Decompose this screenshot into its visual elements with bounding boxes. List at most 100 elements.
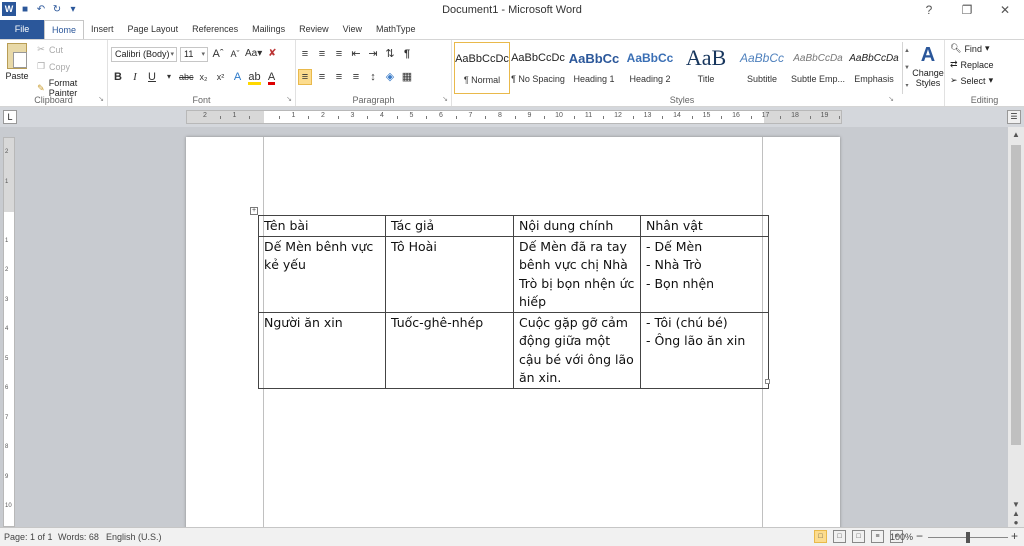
change-case-icon[interactable]: Aa▾	[245, 46, 262, 62]
word-count[interactable]: Words: 68	[58, 532, 99, 542]
tab-review[interactable]: Review	[292, 20, 336, 39]
bold-icon[interactable]: B	[111, 69, 125, 85]
style-emphasis[interactable]: AaBbCcDa Emphasis	[846, 42, 902, 94]
style-heading-1[interactable]: AaBbCc Heading 1	[566, 42, 622, 94]
zoom-in-icon[interactable]: +	[1011, 529, 1018, 543]
table-cell[interactable]: Nội dung chính	[513, 215, 641, 237]
scroll-thumb[interactable]	[1011, 145, 1021, 445]
show-formatting-icon[interactable]: ¶	[400, 46, 414, 62]
browse-object-icon[interactable]: ●	[1008, 518, 1024, 527]
cut-button[interactable]: ✂ Cut	[36, 44, 63, 55]
print-layout-icon[interactable]: □	[814, 530, 827, 543]
table-cell[interactable]: Dế Mèn đã ra tay bênh vực chị Nhà Trò bị…	[513, 235, 641, 313]
styles-launcher-icon[interactable]: ↘	[888, 95, 894, 103]
sort-icon[interactable]: ⇅	[383, 46, 397, 62]
style-subtitle[interactable]: AaBbCc Subtitle	[734, 42, 790, 94]
chevron-down-icon[interactable]: ▼	[903, 65, 911, 71]
view-ruler-icon[interactable]: ☰	[1007, 110, 1021, 124]
underline-icon[interactable]: U	[145, 69, 159, 85]
style-title[interactable]: AaB Title	[678, 42, 734, 94]
table-cell[interactable]: - Dế Mèn - Nhà Trò - Bọn nhện	[640, 235, 769, 313]
document-page[interactable]: + Tên bài Tác giả Nội dung chính Nhân vậ…	[186, 137, 840, 527]
table-cell[interactable]: Người ăn xin	[258, 311, 386, 389]
line-spacing-icon[interactable]: ↕	[366, 69, 380, 85]
clear-formatting-icon[interactable]: ✘	[265, 46, 279, 62]
table-cell[interactable]: Tên bài	[258, 215, 386, 237]
change-styles-button[interactable]: A Change Styles	[912, 42, 944, 88]
strikethrough-icon[interactable]: abc	[179, 69, 194, 85]
subscript-icon[interactable]: x₂	[197, 69, 211, 85]
align-right-icon[interactable]: ≡	[332, 69, 346, 85]
table-resize-handle[interactable]	[765, 379, 770, 384]
grow-font-icon[interactable]: Aˆ	[211, 46, 225, 62]
shrink-font-icon[interactable]: Aˇ	[228, 46, 242, 62]
chevron-up-icon[interactable]: ▲	[903, 48, 911, 54]
numbering-icon[interactable]: ≡	[315, 46, 329, 62]
table-cell[interactable]: Tuốc-ghê-nhép	[385, 311, 514, 389]
style-no-spacing[interactable]: AaBbCcDc ¶ No Spacing	[510, 42, 566, 94]
multilevel-list-icon[interactable]: ≡	[332, 46, 346, 62]
select-button[interactable]: ➢ Select ▾	[950, 75, 993, 86]
align-center-icon[interactable]: ≡	[315, 69, 329, 85]
font-size-select[interactable]: 11 ▾	[180, 46, 208, 62]
language-indicator[interactable]: English (U.S.)	[106, 532, 162, 542]
tab-view[interactable]: View	[336, 20, 369, 39]
table-move-handle-icon[interactable]: +	[250, 207, 258, 215]
scroll-up-icon[interactable]: ▲	[1008, 127, 1024, 143]
clipboard-launcher-icon[interactable]: ↘	[98, 95, 104, 103]
shading-icon[interactable]: ◈	[383, 69, 397, 85]
table-cell[interactable]: Nhân vật	[640, 215, 769, 237]
replace-button[interactable]: ⇄ Replace	[950, 59, 994, 70]
highlight-icon[interactable]: ab	[248, 69, 262, 85]
font-launcher-icon[interactable]: ↘	[286, 95, 292, 103]
tab-references[interactable]: References	[185, 20, 245, 39]
help-button[interactable]: ?	[910, 0, 948, 20]
style-heading-2[interactable]: AaBbCc Heading 2	[622, 42, 678, 94]
borders-icon[interactable]: ▦	[400, 69, 414, 85]
chevron-down-icon[interactable]: ▾	[162, 69, 176, 85]
tab-insert[interactable]: Insert	[84, 20, 121, 39]
bullets-icon[interactable]: ≡	[298, 46, 312, 62]
web-layout-icon[interactable]: □	[852, 530, 865, 543]
tab-home[interactable]: Home	[44, 20, 85, 39]
paste-button[interactable]: Paste	[4, 43, 30, 81]
increase-indent-icon[interactable]: ⇥	[366, 46, 380, 62]
outline-icon[interactable]: ≡	[871, 530, 884, 543]
tab-file[interactable]: File	[0, 20, 44, 39]
page-count[interactable]: Page: 1 of 1	[4, 532, 53, 542]
text-effects-icon[interactable]: A	[231, 69, 245, 85]
more-icon[interactable]: ▾	[903, 82, 911, 89]
copy-button[interactable]: ❐ Copy	[36, 61, 70, 72]
tab-page-layout[interactable]: Page Layout	[121, 20, 186, 39]
table-cell[interactable]: Tô Hoài	[385, 235, 514, 313]
vertical-ruler[interactable]: 2 1 1 2 3 4 5 6 7 8 9 10	[3, 137, 15, 527]
table-cell[interactable]: Dế Mèn bênh vực kẻ yếu	[258, 235, 386, 313]
paragraph-launcher-icon[interactable]: ↘	[442, 95, 448, 103]
tab-mathtype[interactable]: MathType	[369, 20, 423, 39]
decrease-indent-icon[interactable]: ⇤	[349, 46, 363, 62]
justify-icon[interactable]: ≡	[349, 69, 363, 85]
italic-icon[interactable]: I	[128, 69, 142, 85]
styles-scroll[interactable]: ▲ ▼ ▾	[902, 42, 911, 94]
table-cell[interactable]: Tác giả	[385, 215, 514, 237]
zoom-slider-thumb[interactable]	[966, 532, 970, 543]
close-button[interactable]: ✕	[986, 0, 1024, 20]
font-color-icon[interactable]: A	[265, 69, 279, 85]
zoom-out-icon[interactable]: −	[916, 529, 923, 543]
scroll-down-icon[interactable]: ▼	[1008, 500, 1024, 509]
font-name-select[interactable]: Calibri (Body) ▾	[111, 46, 177, 62]
tab-stop-selector[interactable]: L	[3, 110, 17, 124]
table-cell[interactable]: Cuộc gặp gỡ cảm động giữa một cậu bé với…	[513, 311, 641, 389]
table-cell[interactable]: - Tôi (chú bé) - Ông lão ăn xin	[640, 311, 769, 389]
restore-button[interactable]: ❐	[948, 0, 986, 20]
superscript-icon[interactable]: x²	[214, 69, 228, 85]
full-screen-reading-icon[interactable]: □	[833, 530, 846, 543]
document-area[interactable]: + Tên bài Tác giả Nội dung chính Nhân vậ…	[18, 127, 1008, 527]
document-table[interactable]: Tên bài Tác giả Nội dung chính Nhân vật …	[258, 215, 769, 389]
find-button[interactable]: 🔍︎ Find ▾	[950, 43, 989, 54]
horizontal-ruler[interactable]: 2 1 1 2 3 4 5 6 7 8 9 10 11 12 13 14 15 16 17 18 19	[186, 110, 842, 124]
tab-mailings[interactable]: Mailings	[245, 20, 292, 39]
zoom-level[interactable]: 100%	[890, 532, 913, 542]
style-subtle-emphasis[interactable]: AaBbCcDa Subtle Emp...	[790, 42, 846, 94]
previous-page-icon[interactable]: ▲	[1008, 509, 1024, 518]
